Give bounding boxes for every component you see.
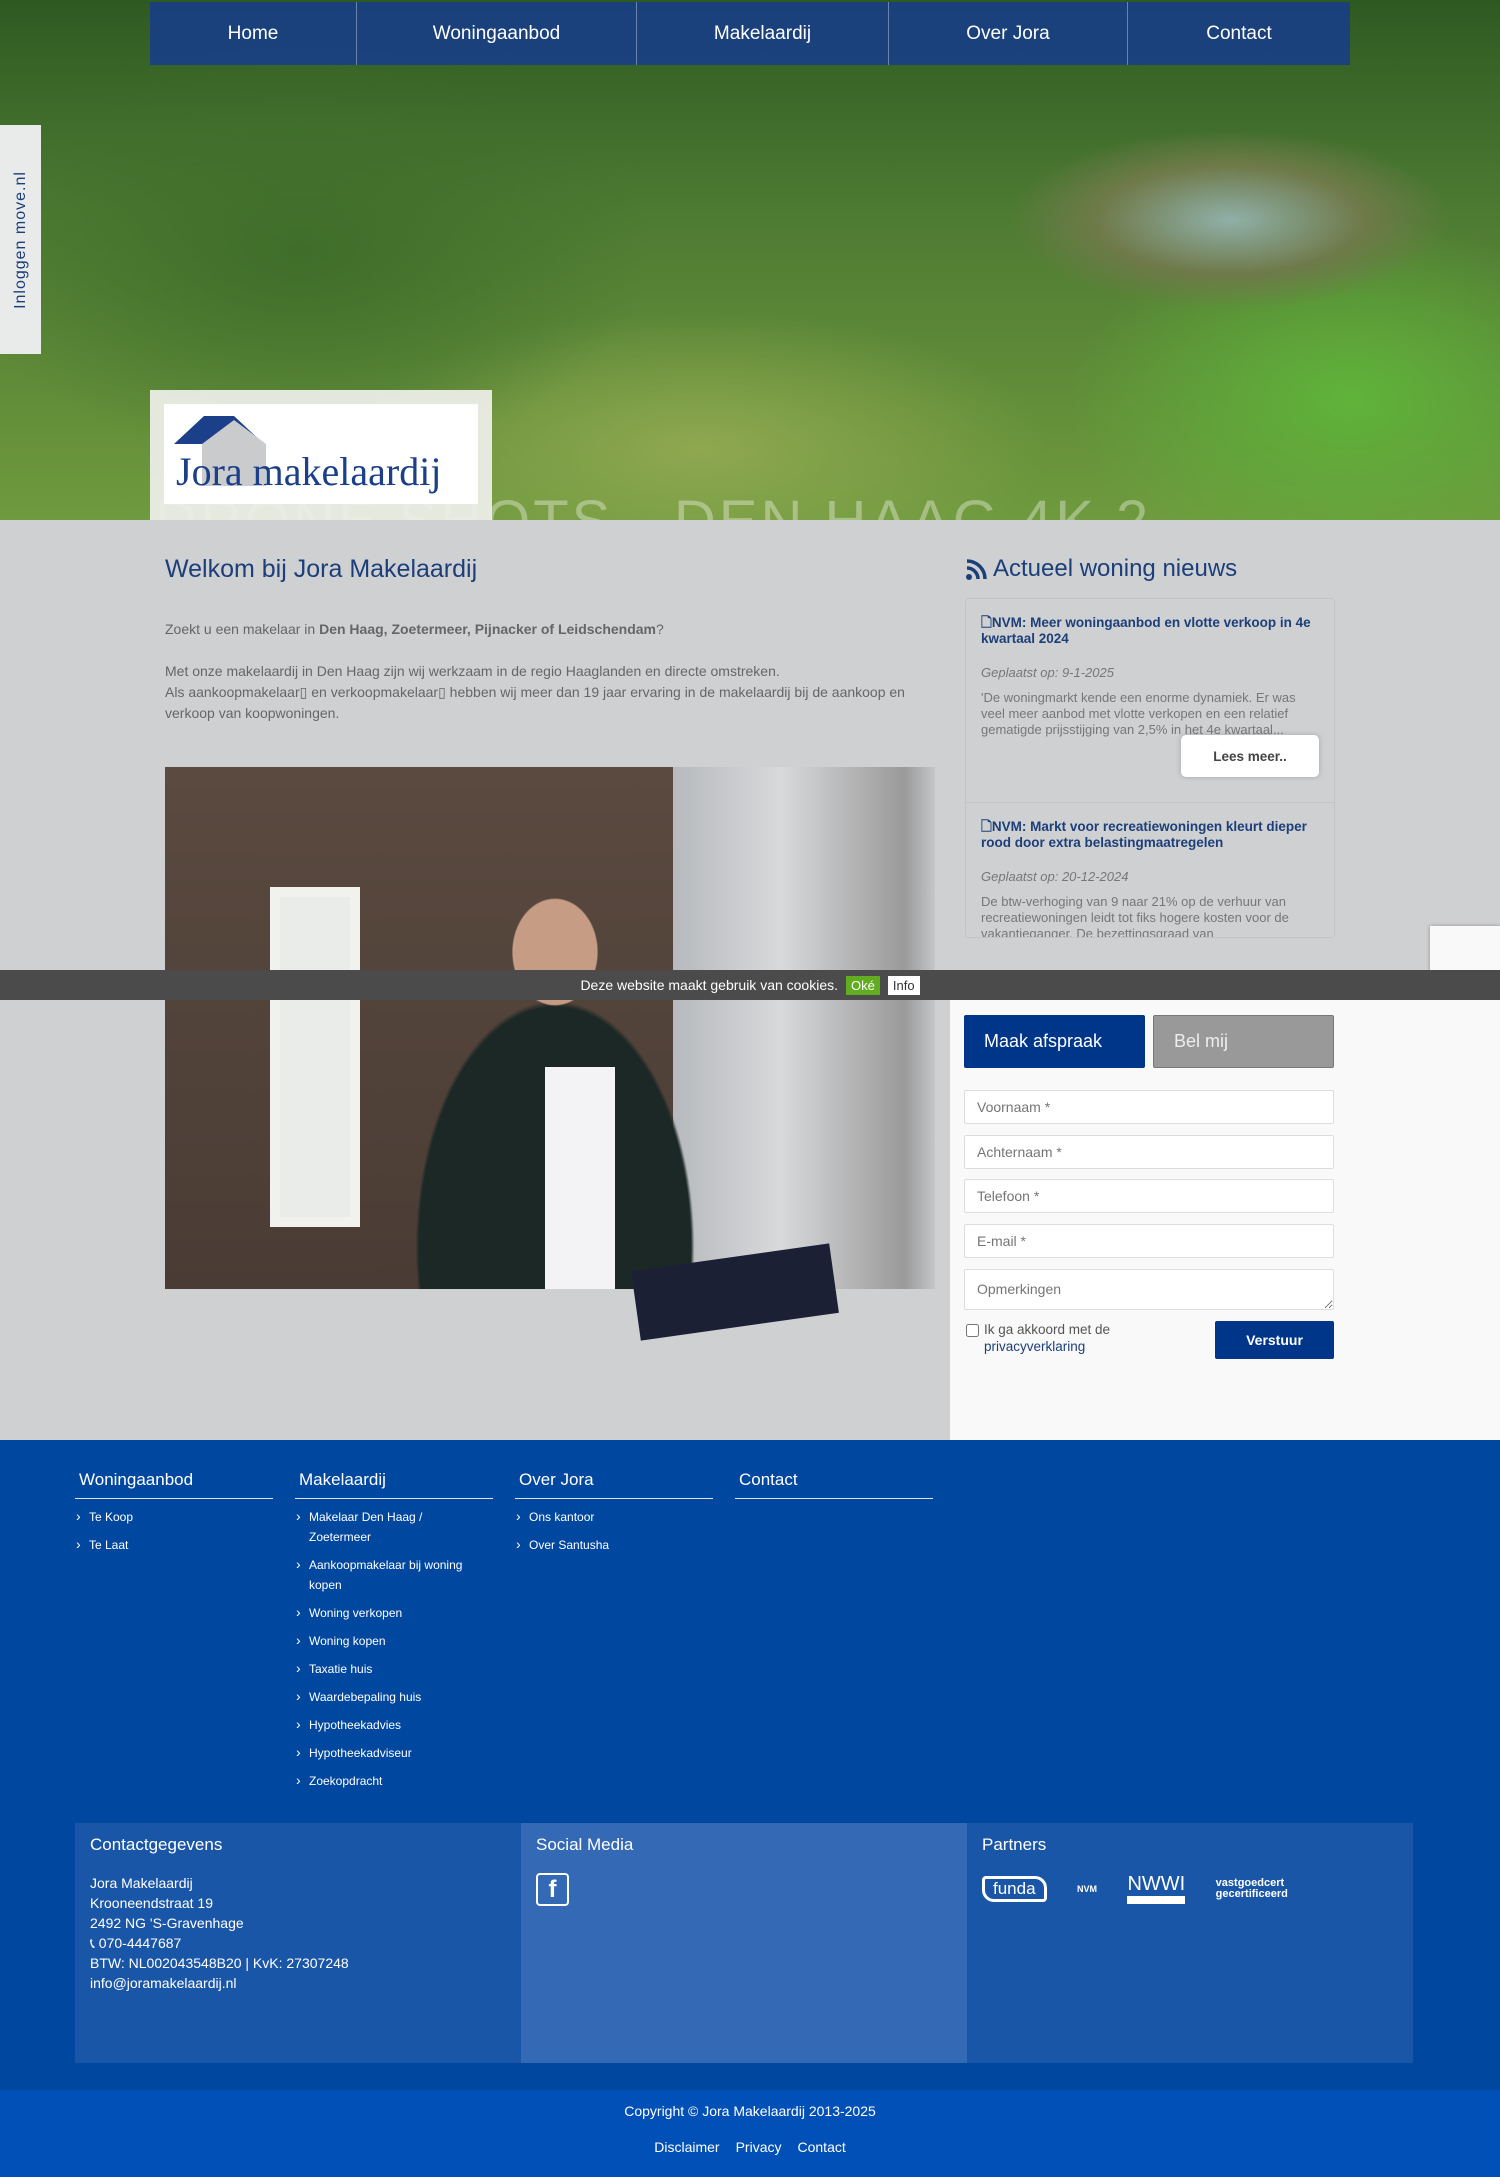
footer-link[interactable]: Hypotheekadvies bbox=[295, 1714, 493, 1735]
rss-icon bbox=[966, 559, 987, 580]
privacy-footer-link[interactable]: Privacy bbox=[736, 2139, 782, 2155]
footer-link[interactable]: Woning verkopen bbox=[295, 1602, 493, 1623]
login-move-tab[interactable]: Inloggen move.nl bbox=[0, 125, 41, 354]
nav-woningaanbod[interactable]: Woningaanbod bbox=[357, 2, 637, 65]
footer-link[interactable]: Te Koop bbox=[75, 1506, 273, 1527]
phone-icon: 📞︎ bbox=[90, 1935, 99, 1951]
read-more-button[interactable]: Lees meer.. bbox=[1181, 735, 1319, 777]
nav-contact[interactable]: Contact bbox=[1128, 2, 1350, 65]
intro-paragraph: Zoekt u een makelaar in Den Haag, Zoeter… bbox=[165, 621, 664, 637]
news-item: 🗋NVM: Markt voor recreatiewoningen kleur… bbox=[966, 803, 1334, 937]
main-nav: Home Woningaanbod Makelaardij Over Jora … bbox=[150, 2, 1350, 65]
social-media: Social Media f bbox=[521, 1823, 967, 2063]
footer-link[interactable]: Te Laat bbox=[75, 1534, 273, 1555]
footer-link[interactable]: Zoekopdracht bbox=[295, 1770, 493, 1791]
news-heading: Actueel woning nieuws bbox=[965, 555, 1237, 583]
privacy-checkbox[interactable] bbox=[966, 1324, 979, 1337]
cookie-ok-button[interactable]: Oké bbox=[846, 975, 880, 995]
submit-button[interactable]: Verstuur bbox=[1215, 1321, 1334, 1359]
footer-col-woningaanbod: Woningaanbod Te Koop Te Laat bbox=[75, 1470, 273, 1555]
document-icon: 🗋 bbox=[981, 819, 992, 834]
logo[interactable]: Jora makelaardij bbox=[150, 390, 492, 520]
cookie-info-button[interactable]: Info bbox=[887, 975, 920, 995]
footer-link[interactable]: Taxatie huis bbox=[295, 1658, 493, 1679]
tab-maak-afspraak[interactable]: Maak afspraak bbox=[964, 1015, 1145, 1068]
email-input[interactable] bbox=[964, 1224, 1334, 1258]
intro-paragraph: Met onze makelaardij in Den Haag zijn wi… bbox=[165, 663, 780, 679]
footer-link[interactable]: Ons kantoor bbox=[515, 1506, 713, 1527]
footer-col-makelaardij: Makelaardij Makelaar Den Haag / Zoeterme… bbox=[295, 1470, 493, 1791]
recaptcha-badge[interactable] bbox=[1430, 926, 1500, 972]
email-link[interactable]: info@joramakelaardij.nl bbox=[90, 1973, 506, 1993]
footer-link[interactable]: Over Santusha bbox=[515, 1534, 713, 1555]
footer-col-over-jora: Over Jora Ons kantoor Over Santusha bbox=[515, 1470, 713, 1555]
copyright: Copyright © Jora Makelaardij 2013-2025 bbox=[624, 2103, 876, 2119]
nvm-logo[interactable]: NVM bbox=[1077, 1884, 1097, 1894]
news-list[interactable]: 🗋NVM: Meer woningaanbod en vlotte verkoo… bbox=[965, 598, 1335, 938]
news-item-title[interactable]: 🗋NVM: Markt voor recreatiewoningen kleur… bbox=[981, 819, 1319, 851]
intro-paragraph: Als aankoopmakelaar▯ en verkoopmakelaar▯… bbox=[165, 684, 905, 721]
document-icon: 🗋 bbox=[981, 615, 992, 630]
last-name-input[interactable] bbox=[964, 1135, 1334, 1169]
tab-bel-mij[interactable]: Bel mij bbox=[1153, 1015, 1334, 1068]
phone-input[interactable] bbox=[964, 1179, 1334, 1213]
facebook-icon[interactable]: f bbox=[536, 1873, 569, 1906]
contact-footer-link[interactable]: Contact bbox=[798, 2139, 846, 2155]
remarks-textarea[interactable] bbox=[964, 1269, 1334, 1310]
nav-makelaardij[interactable]: Makelaardij bbox=[637, 2, 889, 65]
footer-link[interactable]: Waardebepaling huis bbox=[295, 1686, 493, 1707]
footer-link[interactable]: Hypotheekadviseur bbox=[295, 1742, 493, 1763]
funda-logo[interactable]: funda bbox=[982, 1875, 1047, 1902]
nav-over-jora[interactable]: Over Jora bbox=[889, 2, 1128, 65]
news-item-title[interactable]: 🗋NVM: Meer woningaanbod en vlotte verkoo… bbox=[981, 615, 1319, 647]
agent-photo bbox=[165, 767, 935, 1341]
footer-link[interactable]: Woning kopen bbox=[295, 1630, 493, 1651]
vastgoedcert-logo[interactable]: vastgoedcert gecertificeerd bbox=[1216, 1877, 1288, 1900]
phone-link[interactable]: 070-4447687 bbox=[99, 1935, 182, 1951]
page-title: Welkom bij Jora Makelaardij bbox=[165, 555, 478, 583]
footer-col-contact: Contact bbox=[735, 1470, 933, 1499]
privacy-link[interactable]: privacyverklaring bbox=[984, 1339, 1085, 1354]
first-name-input[interactable] bbox=[964, 1090, 1334, 1124]
news-item: 🗋NVM: Meer woningaanbod en vlotte verkoo… bbox=[966, 599, 1334, 803]
partners: Partners funda NVM NWWI vastgoedcert gec… bbox=[967, 1823, 1413, 2063]
footer-link[interactable]: Aankoopmakelaar bij woning kopen bbox=[295, 1554, 470, 1595]
disclaimer-link[interactable]: Disclaimer bbox=[654, 2139, 719, 2155]
bottom-bar: Copyright © Jora Makelaardij 2013-2025 D… bbox=[0, 2090, 1500, 2177]
cookie-bar: Deze website maakt gebruik van cookies. … bbox=[0, 970, 1500, 1000]
footer-link[interactable]: Makelaar Den Haag / Zoetermeer bbox=[295, 1506, 435, 1547]
nwwi-logo[interactable]: NWWI bbox=[1127, 1873, 1186, 1904]
nav-home[interactable]: Home bbox=[150, 2, 357, 65]
contact-details: Contactgegevens Jora Makelaardij Kroonee… bbox=[75, 1823, 521, 2063]
